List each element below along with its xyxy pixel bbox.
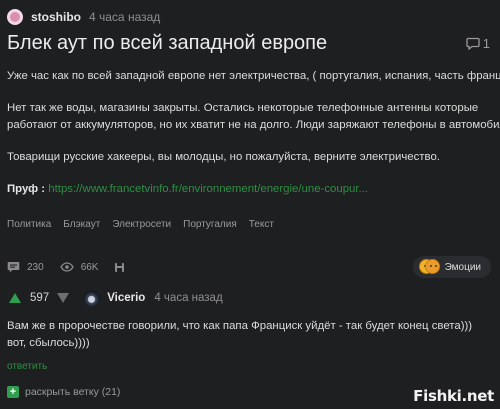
comment-header: 597 Vicerio 4 часа назад xyxy=(7,289,223,307)
emotions-button[interactable]: Эмоции xyxy=(412,256,491,278)
bookmark-icon xyxy=(114,262,125,273)
proof-label: Пруф : xyxy=(7,183,46,195)
expand-thread-button[interactable]: + раскрыть ветку (21) xyxy=(7,386,120,398)
comment-icon xyxy=(7,261,20,273)
tag-item[interactable]: Политика xyxy=(7,219,51,230)
tag-item[interactable]: Электросети xyxy=(112,219,171,230)
views-stat-value: 66K xyxy=(80,261,99,273)
tag-item[interactable]: Португалия xyxy=(183,219,237,230)
comment-line: Вам же в пророчестве говорили, что как п… xyxy=(7,320,473,332)
author-avatar[interactable] xyxy=(7,9,23,25)
comments-count: 1 xyxy=(482,36,490,51)
tag-item[interactable]: Текст xyxy=(249,219,274,230)
post-time: 4 часа назад xyxy=(89,10,161,24)
comment-line: вот, сбылось)))) xyxy=(7,337,90,349)
views-stat: 66K xyxy=(59,261,99,273)
comment-time: 4 часа назад xyxy=(154,292,223,304)
arrow-up-icon[interactable] xyxy=(9,293,21,303)
expand-thread-label: раскрыть ветку (21) xyxy=(25,386,121,398)
commenter-avatar[interactable] xyxy=(83,289,101,307)
post-body: Уже час как по всей западной европе нет … xyxy=(7,68,500,198)
comments-counter[interactable]: 1 xyxy=(466,36,490,51)
emotions-label: Эмоции xyxy=(444,261,481,273)
comments-stat[interactable]: 230 xyxy=(7,261,44,273)
plus-icon: + xyxy=(7,386,19,398)
post-paragraph: Нет так же воды, магазины закрыты. Остал… xyxy=(7,102,479,114)
eye-icon xyxy=(59,262,74,272)
emoji-faces-icon xyxy=(418,259,440,275)
arrow-down-icon[interactable] xyxy=(57,293,70,303)
post-paragraph: работают от аккумуляторов, но их хватит … xyxy=(7,119,500,131)
post-stats: 230 66K xyxy=(7,261,141,273)
comment-rating: 597 xyxy=(30,292,50,304)
proof-link[interactable]: https://www.francetvinfo.fr/environnemen… xyxy=(48,183,368,195)
tag-item[interactable]: Блэкаут xyxy=(63,219,100,230)
proof-line: Пруф : https://www.francetvinfo.fr/envir… xyxy=(7,181,493,198)
post-title[interactable]: Блек аут по всей западной европе xyxy=(7,32,327,55)
author-name[interactable]: stoshibo xyxy=(31,10,81,24)
post-paragraph: Уже час как по всей западной европе нет … xyxy=(7,70,500,82)
watermark-logo: Fishki.net xyxy=(413,387,494,405)
comment-icon xyxy=(466,37,480,50)
reply-link[interactable]: ответить xyxy=(7,361,47,372)
save-stat[interactable] xyxy=(114,262,125,273)
comment-text: Вам же в пророчестве говорили, что как п… xyxy=(7,318,493,352)
post-header: stoshibo 4 часа назад xyxy=(7,8,160,26)
commenter-name[interactable]: Vicerio xyxy=(107,292,145,304)
tag-list: Политика Блэкаут Электросети Португалия … xyxy=(7,219,274,230)
comments-stat-value: 230 xyxy=(27,261,44,273)
post-paragraph: Товарищи русские хакееры, вы молодцы, но… xyxy=(7,151,440,163)
